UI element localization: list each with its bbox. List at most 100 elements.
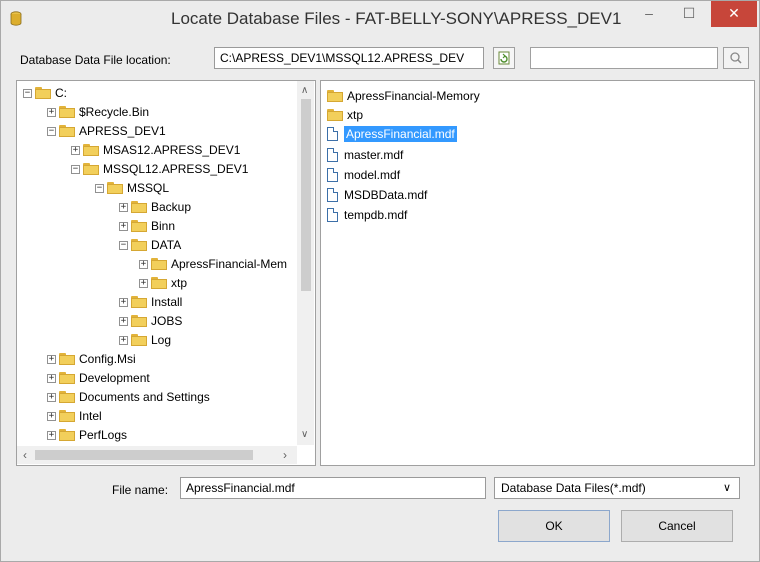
folder-icon xyxy=(327,109,343,121)
location-path-field[interactable]: C:\APRESS_DEV1\MSSQL12.APRESS_DEV xyxy=(214,47,484,69)
expand-icon[interactable]: + xyxy=(119,316,128,326)
expand-icon[interactable]: + xyxy=(47,354,56,364)
expand-icon[interactable]: + xyxy=(71,145,80,155)
expand-icon[interactable]: + xyxy=(139,278,148,288)
folder-icon xyxy=(131,239,147,251)
tree-node[interactable]: − MSSQL xyxy=(95,179,169,197)
collapse-icon[interactable]: − xyxy=(95,183,104,193)
tree-node[interactable]: − MSSQL12.APRESS_DEV1 xyxy=(71,160,248,178)
tree-node-label: Install xyxy=(151,295,183,309)
ok-button[interactable]: OK xyxy=(498,510,610,542)
tree-node-label: Binn xyxy=(151,219,176,233)
tree-node[interactable]: + xtp xyxy=(139,274,187,292)
tree-node[interactable]: + Development xyxy=(47,369,150,387)
tree-node-label: xtp xyxy=(171,276,188,290)
expand-icon[interactable]: + xyxy=(47,430,56,440)
expand-icon[interactable]: + xyxy=(119,221,128,231)
expand-icon[interactable]: + xyxy=(47,392,56,402)
window-title: Locate Database Files - FAT-BELLY-SONY\A… xyxy=(171,9,622,28)
cancel-button[interactable]: Cancel xyxy=(621,510,733,542)
database-icon xyxy=(10,11,22,26)
list-item-label: tempdb.mdf xyxy=(344,208,408,222)
folder-icon xyxy=(59,125,75,137)
file-icon xyxy=(327,148,338,162)
location-label: Database Data File location: xyxy=(20,53,171,67)
expand-icon[interactable]: + xyxy=(119,202,128,212)
folder-icon xyxy=(59,410,75,422)
folder-icon xyxy=(107,182,123,194)
refresh-button[interactable] xyxy=(493,47,515,69)
list-item[interactable]: ApressFinancial-Memory xyxy=(327,87,480,105)
list-item[interactable]: model.mdf xyxy=(327,166,400,184)
minimize-button[interactable]: – xyxy=(631,1,667,27)
file-icon xyxy=(327,208,338,222)
close-button[interactable]: ✕ xyxy=(711,1,757,27)
scroll-down-icon[interactable]: ∨ xyxy=(301,429,308,440)
list-item[interactable]: MSDBData.mdf xyxy=(327,186,427,204)
collapse-icon[interactable]: − xyxy=(47,126,56,136)
tree-node[interactable]: + ApressFinancial-Mem xyxy=(139,255,287,273)
tree-node-label: DATA xyxy=(151,238,182,252)
collapse-icon[interactable]: − xyxy=(23,88,32,98)
magnifier-icon xyxy=(730,52,742,64)
tree-node[interactable]: + Intel xyxy=(47,407,102,425)
list-item-label: model.mdf xyxy=(344,168,401,182)
tree-node[interactable]: + MSAS12.APRESS_DEV1 xyxy=(71,141,240,159)
expand-icon[interactable]: + xyxy=(47,373,56,383)
expand-icon[interactable]: + xyxy=(47,411,56,421)
folder-icon xyxy=(327,90,343,102)
file-name-input[interactable]: ApressFinancial.mdf xyxy=(180,477,486,499)
search-button[interactable] xyxy=(723,47,749,69)
tree-node[interactable]: + Documents and Settings xyxy=(47,388,210,406)
tree-vertical-scroll-thumb[interactable] xyxy=(301,99,311,291)
expand-icon[interactable]: + xyxy=(47,107,56,117)
folder-tree-pane[interactable]: − C: + $Recycle.Bin − APRESS_DEV1 + MSAS… xyxy=(16,80,316,466)
locate-database-files-dialog: Locate Database Files - FAT-BELLY-SONY\A… xyxy=(0,0,760,562)
tree-node-label: MSAS12.APRESS_DEV1 xyxy=(103,143,241,157)
list-item-label: ApressFinancial-Memory xyxy=(347,89,480,103)
tree-node-label: Documents and Settings xyxy=(79,390,210,404)
folder-icon xyxy=(131,220,147,232)
file-type-value: Database Data Files(*.mdf) xyxy=(501,481,646,495)
tree-node[interactable]: + Binn xyxy=(119,217,175,235)
tree-node[interactable]: + $Recycle.Bin xyxy=(47,103,149,121)
list-item[interactable]: master.mdf xyxy=(327,146,403,164)
tree-node[interactable]: + Log xyxy=(119,331,171,349)
tree-node[interactable]: + Backup xyxy=(119,198,191,216)
tree-node[interactable]: − APRESS_DEV1 xyxy=(47,122,166,140)
search-input[interactable] xyxy=(530,47,718,69)
tree-node-label: MSSQL xyxy=(127,181,170,195)
tree-horizontal-scroll-thumb[interactable] xyxy=(35,450,253,460)
file-list-pane[interactable]: ApressFinancial-Memory xtp ApressFinanci… xyxy=(320,80,755,466)
expand-icon[interactable]: + xyxy=(119,297,128,307)
scroll-right-icon[interactable]: › xyxy=(283,448,287,462)
file-type-dropdown[interactable]: Database Data Files(*.mdf) ∨ xyxy=(494,477,740,499)
list-item[interactable]: tempdb.mdf xyxy=(327,206,407,224)
list-item-selected[interactable]: ApressFinancial.mdf xyxy=(327,125,457,143)
folder-icon xyxy=(59,353,75,365)
expand-icon[interactable]: + xyxy=(119,335,128,345)
tree-node[interactable]: + Install xyxy=(119,293,182,311)
tree-node-label: C: xyxy=(55,86,67,100)
expand-icon[interactable]: + xyxy=(139,259,148,269)
scroll-left-icon[interactable]: ‹ xyxy=(23,448,27,462)
tree-node-label: ApressFinancial-Mem xyxy=(171,257,288,271)
folder-icon xyxy=(151,277,167,289)
collapse-icon[interactable]: − xyxy=(119,240,128,250)
collapse-icon[interactable]: − xyxy=(71,164,80,174)
tree-node[interactable]: + Config.Msi xyxy=(47,350,136,368)
list-item-label: master.mdf xyxy=(344,148,404,162)
tree-node-label: Config.Msi xyxy=(79,352,136,366)
tree-node[interactable]: + PerfLogs xyxy=(47,426,127,444)
folder-icon xyxy=(35,87,51,99)
scroll-up-icon[interactable]: ∧ xyxy=(301,85,308,96)
tree-node-label: MSSQL12.APRESS_DEV1 xyxy=(103,162,249,176)
maximize-button[interactable]: ☐ xyxy=(671,1,707,27)
folder-icon xyxy=(59,391,75,403)
tree-node[interactable]: − C: xyxy=(23,84,67,102)
tree-node-label: Log xyxy=(151,333,172,347)
tree-node[interactable]: − DATA xyxy=(119,236,181,254)
title-bar[interactable]: Locate Database Files - FAT-BELLY-SONY\A… xyxy=(1,1,759,37)
list-item[interactable]: xtp xyxy=(327,106,363,124)
tree-node[interactable]: + JOBS xyxy=(119,312,182,330)
